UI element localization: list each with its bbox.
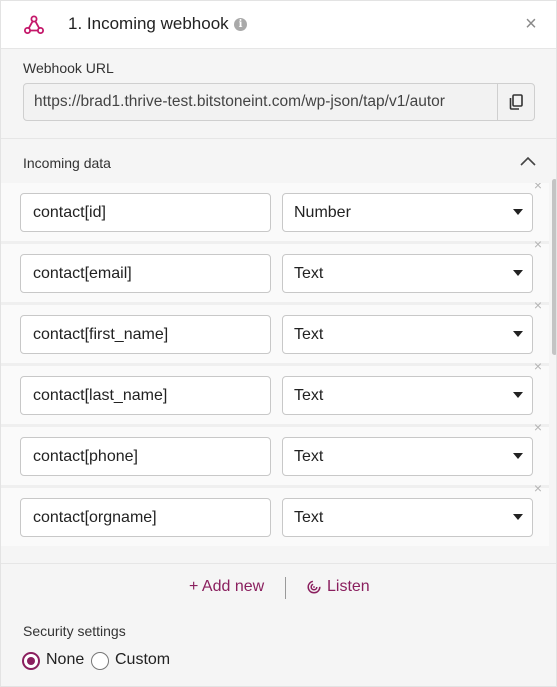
incoming-data-rows: contact[id] Number × contact[email] Text… [1,183,556,561]
field-name-input[interactable]: contact[first_name] [20,315,271,354]
field-name-input[interactable]: contact[id] [20,193,271,232]
listen-icon [307,580,321,594]
security-settings-label: Security settings [23,623,126,639]
caret-down-icon [513,514,523,520]
field-name-input[interactable]: contact[last_name] [20,376,271,415]
field-type-value: Number [294,204,351,221]
panel-title: 1. Incoming webhook [68,14,229,33]
close-icon[interactable]: × [521,13,541,35]
caret-down-icon [513,270,523,276]
data-row: × contact[orgname] Text [1,480,549,546]
field-type-value: Text [294,326,324,343]
field-type-value: Text [294,387,324,404]
field-name-input[interactable]: contact[phone] [20,437,271,476]
scrollbar-thumb[interactable] [552,179,556,355]
webhook-panel: 1. Incoming webhook i × Webhook URL http… [0,0,557,687]
caret-down-icon [513,392,523,398]
remove-row-icon[interactable]: × [530,480,546,496]
field-type-select[interactable]: Number [282,193,533,232]
security-settings-section: Security settings None Custom [1,611,556,686]
webhook-url-field[interactable]: https://brad1.thrive-test.bitstoneint.co… [24,84,499,120]
remove-row-icon[interactable]: × [530,236,546,252]
data-row: contact[id] Number [1,183,549,244]
field-type-select[interactable]: Text [282,315,533,354]
field-type-select[interactable]: Text [282,376,533,415]
data-row: × contact[phone] Text [1,419,549,488]
caret-down-icon [513,331,523,337]
caret-down-icon [513,453,523,459]
webhook-url-label: Webhook URL [23,60,114,76]
field-type-value: Text [294,265,324,282]
radio-none-label: None [46,651,85,668]
remove-row-icon[interactable]: × [530,358,546,374]
field-type-select[interactable]: Text [282,254,533,293]
chevron-up-icon[interactable] [518,154,538,168]
incoming-data-label: Incoming data [23,155,111,171]
listen-label: Listen [327,578,370,595]
webhook-icon [24,15,44,34]
incoming-data-actions: + Add new Listen [1,563,556,611]
field-type-select[interactable]: Text [282,437,533,476]
incoming-data-section: Incoming data contact[id] Number × conta… [1,139,556,611]
field-type-select[interactable]: Text [282,498,533,537]
field-type-value: Text [294,509,324,526]
webhook-url-box: https://brad1.thrive-test.bitstoneint.co… [23,83,535,121]
data-row: × contact[first_name] Text [1,297,549,366]
radio-unchecked-icon [91,652,109,670]
remove-row-icon[interactable]: × [530,297,546,313]
copy-url-button[interactable] [497,84,534,120]
info-icon[interactable]: i [234,18,247,31]
remove-row-icon[interactable]: × [530,183,546,193]
panel-header: 1. Incoming webhook i × [1,1,556,49]
webhook-url-section: Webhook URL https://brad1.thrive-test.bi… [1,49,556,139]
actions-divider [285,577,286,599]
data-row: × contact[email] Text [1,236,549,305]
field-name-input[interactable]: contact[email] [20,254,271,293]
radio-custom-label: Custom [115,651,171,668]
field-name-input[interactable]: contact[orgname] [20,498,271,537]
radio-checked-icon [22,652,40,670]
field-type-value: Text [294,448,324,465]
remove-row-icon[interactable]: × [530,419,546,435]
add-new-button[interactable]: + Add new [189,578,264,596]
copy-icon [509,94,523,110]
caret-down-icon [513,209,523,215]
data-row: × contact[last_name] Text [1,358,549,427]
